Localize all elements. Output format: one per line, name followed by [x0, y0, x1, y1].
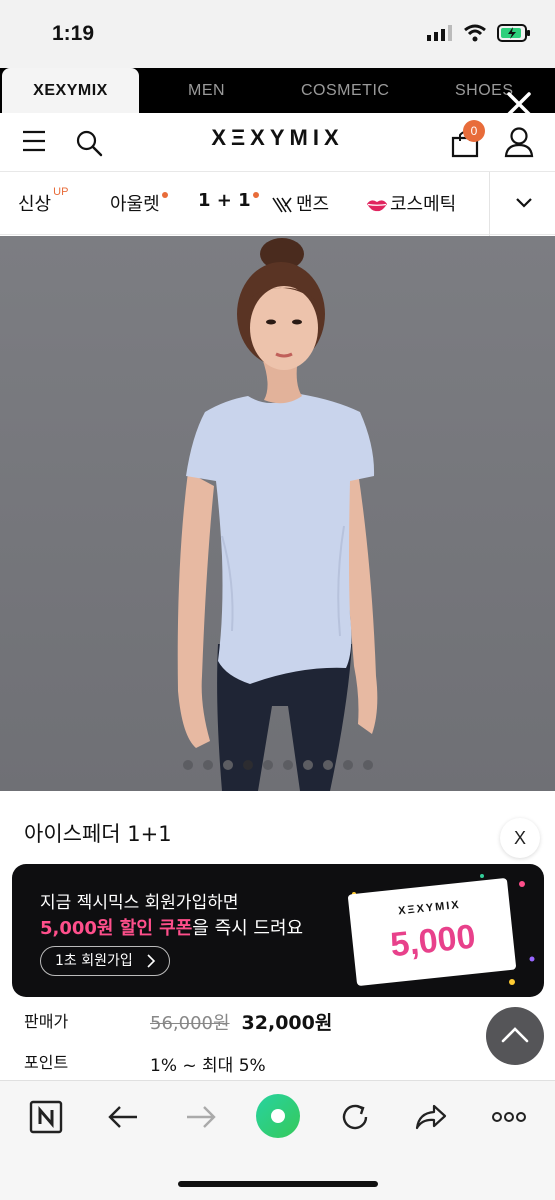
status-time: 1:19: [52, 22, 95, 45]
brand-tab-cosmetic[interactable]: COSMETIC: [301, 68, 389, 113]
category-one-plus-one-label: 1 + 1: [198, 190, 251, 211]
signal-icon: [427, 25, 452, 41]
category-cosmetic-label: 코스메틱: [390, 194, 457, 215]
carousel-dots: [0, 760, 555, 770]
category-mens-label: 맨즈: [296, 194, 330, 215]
status-bar: 1:19: [0, 0, 555, 68]
more-dots-icon: [492, 1112, 526, 1122]
category-mens[interactable]: 맨즈: [272, 190, 329, 216]
nav-divider: [489, 172, 490, 236]
signup-button-label: 1초 회원가입: [55, 953, 133, 969]
arrow-left-icon: [108, 1106, 137, 1128]
coupon-amount: 5,000: [388, 917, 478, 965]
more-button[interactable]: [487, 1095, 531, 1139]
new-dot: [161, 192, 168, 198]
point-label: 포인트: [24, 1053, 69, 1072]
category-new[interactable]: 신상UP: [18, 186, 68, 216]
carousel-dot[interactable]: [282, 760, 293, 770]
brand-tab-men[interactable]: MEN: [188, 68, 225, 113]
cart-count-badge: 0: [463, 120, 485, 142]
carousel-dot[interactable]: [362, 760, 373, 770]
original-price: 56,000원: [150, 1013, 230, 1034]
lips-icon: [367, 200, 387, 212]
carousel-dot[interactable]: [322, 760, 333, 770]
carousel-dot[interactable]: [202, 760, 213, 770]
forward-button[interactable]: [179, 1095, 223, 1139]
product-photo: [177, 238, 378, 791]
home-indicator: [178, 1181, 378, 1187]
scroll-to-top-button[interactable]: [486, 1007, 544, 1065]
share-button[interactable]: [409, 1095, 453, 1139]
carousel-dot[interactable]: [342, 760, 353, 770]
coupon-card: XΞXYMIX 5,000: [347, 877, 517, 987]
refresh-icon: [342, 1104, 368, 1130]
green-dot-icon: [256, 1094, 300, 1138]
banner-close-button[interactable]: X: [500, 818, 540, 858]
carousel-dot[interactable]: [302, 760, 313, 770]
reload-button[interactable]: [333, 1095, 377, 1139]
banner-coupon-amount: 5,000원 할인 쿠폰: [40, 918, 193, 939]
site-header: XΞXYMIX 0: [0, 113, 555, 171]
signup-button[interactable]: 1초 회원가입: [40, 946, 170, 976]
banner-headline: 지금 젝시믹스 회원가입하면: [40, 893, 239, 913]
green-dot-button[interactable]: [255, 1093, 301, 1139]
category-outlet-label: 아울렛: [110, 194, 160, 215]
category-new-sup: UP: [53, 186, 69, 198]
user-icon[interactable]: [504, 126, 534, 158]
wifi-icon: [464, 24, 486, 42]
category-nav: 신상UP 아울렛 1 + 1 맨즈 코스메틱: [0, 171, 555, 236]
category-cosmetic[interactable]: 코스메틱: [366, 190, 456, 216]
carousel-dot[interactable]: [242, 760, 253, 770]
battery-icon: [497, 24, 530, 42]
xexymix-x-icon: [272, 197, 292, 213]
brand-tab-xexymix[interactable]: XEXYMIX: [2, 68, 139, 113]
chevron-right-icon: [147, 954, 155, 968]
banner-subline: 5,000원 할인 쿠폰을 즉시 드려요: [40, 914, 303, 940]
banner-subline-rest: 을 즉시 드려요: [192, 918, 304, 939]
status-icons: [427, 24, 531, 42]
carousel-dot[interactable]: [222, 760, 233, 770]
arrow-right-icon: [187, 1106, 216, 1128]
naver-n-icon: [29, 1100, 63, 1134]
signup-banner[interactable]: 지금 젝시믹스 회원가입하면 5,000원 할인 쿠폰을 즉시 드려요 1초 회…: [12, 864, 544, 997]
point-value: 1% ~ 최대 5%: [150, 1056, 266, 1076]
category-new-label: 신상: [18, 194, 52, 215]
product-image-carousel[interactable]: [0, 236, 555, 791]
category-one-plus-one[interactable]: 1 + 1: [198, 190, 259, 211]
new-dot: [252, 192, 259, 198]
category-outlet[interactable]: 아울렛: [110, 190, 168, 216]
back-button[interactable]: [101, 1095, 145, 1139]
share-icon: [415, 1104, 447, 1130]
price-value: 56,000원 32,000원: [150, 1008, 332, 1035]
browser-toolbar: [0, 1080, 555, 1200]
naver-home-button[interactable]: [24, 1095, 68, 1139]
product-name: 아이스페더 1+1: [24, 822, 172, 846]
carousel-dot[interactable]: [182, 760, 193, 770]
chevron-up-icon: [501, 1027, 529, 1043]
price-label: 판매가: [24, 1012, 69, 1031]
brand-tabs: XEXYMIX MEN COSMETIC SHOES: [0, 68, 555, 113]
carousel-dot[interactable]: [262, 760, 273, 770]
sale-price: 32,000원: [241, 1012, 333, 1034]
chevron-down-icon[interactable]: [515, 196, 533, 210]
